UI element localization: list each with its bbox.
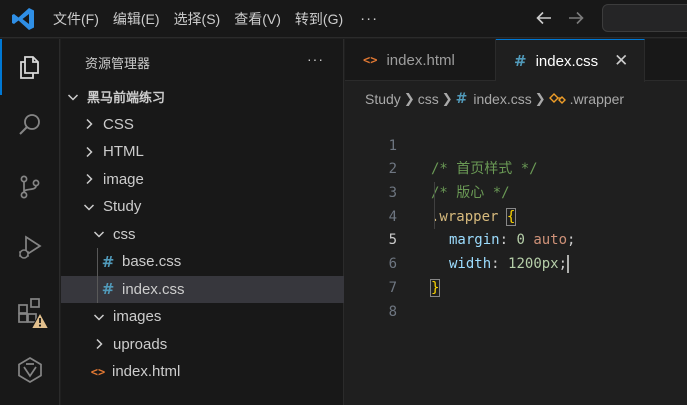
activity-source-control[interactable] [0,159,60,215]
line-number: 8 [388,303,397,320]
tree-item-label: base.css [122,253,182,271]
chevron-right-icon [81,171,97,187]
activity-remote[interactable] [0,342,60,398]
tree-item-label: HTML [103,143,144,161]
css-file-icon: # [101,252,115,271]
html-file-icon: <> [363,53,378,67]
chevron-down-icon [81,199,97,215]
breadcrumb-item[interactable]: index.css [473,91,531,107]
chevron-right-icon [81,116,97,132]
tree-item-label: index.css [122,280,185,298]
arrow-left-icon[interactable] [533,7,555,29]
tree-item-uproads-folder[interactable]: uproads [61,331,344,359]
command-center-search[interactable] [602,4,687,32]
activity-run-debug[interactable] [0,219,60,275]
vscode-logo-icon [12,8,34,30]
code-line: 8 [345,277,687,320]
chevron-right-icon: ❯ [441,91,453,106]
chevron-right-icon: ❯ [534,91,546,106]
tree-indent-guide [97,248,98,276]
tree-indent-guide [97,275,98,303]
sidebar-header: 资源管理器 ··· [61,39,344,81]
code-line: 1 /* 首页样式 */ [345,111,687,178]
chevron-right-icon [91,336,107,352]
breadcrumb-item[interactable]: css [418,91,439,107]
file-tree: 黑马前端练习 CSS HTML image Study css # base.c… [61,83,344,386]
search-icon [19,114,40,135]
tree-item-index-html[interactable]: <> index.html [61,358,344,386]
menu-more-icon[interactable]: ··· [350,6,388,32]
source-control-icon [20,175,40,199]
tree-item-html-folder[interactable]: HTML [61,138,344,166]
code-line: 6 } [345,229,687,297]
explorer-icon [20,56,39,79]
activity-search[interactable] [0,97,60,153]
editor-area: <> index.html # index.css ✕ Study ❯ css … [345,39,687,405]
activity-extensions[interactable] [0,282,60,338]
chevron-down-icon [91,226,107,242]
css-file-icon: # [455,91,468,107]
arrow-right-icon[interactable] [565,7,587,29]
css-file-icon: # [101,280,115,299]
code-editor[interactable]: 1 /* 首页样式 */ 2 /* 版心 */ 3 .wrapper { 4 m… [345,111,687,320]
tree-item-label: images [113,308,162,326]
menu-view[interactable]: 查看(V) [227,6,288,32]
tree-item-index-css[interactable]: # index.css [61,275,344,303]
symbol-class-icon [548,93,566,104]
breadcrumb: Study ❯ css ❯ # index.css ❯ .wrapper [365,89,624,109]
tree-item-label: index.html [112,363,181,381]
tab-index-html[interactable]: <> index.html [345,39,496,81]
run-debug-icon [19,235,42,259]
tab-index-css[interactable]: # index.css ✕ [496,39,645,82]
menu-edit[interactable]: 编辑(E) [106,6,167,32]
code-line: 7 [345,253,687,296]
activity-explorer[interactable] [0,39,60,95]
warning-icon [31,312,49,329]
tree-item-label: uproads [113,335,168,353]
sidebar-more-icon[interactable]: ··· [307,51,324,67]
indent-guide [434,182,435,229]
menu-selection[interactable]: 选择(S) [167,6,228,32]
breadcrumb-item[interactable]: Study [365,91,401,107]
menu-go[interactable]: 转到(G) [288,6,350,32]
code-line: 3 .wrapper { [345,158,687,226]
sidebar-title: 资源管理器 [85,56,151,71]
menu-file[interactable]: 文件(F) [46,6,106,32]
editor-tabs: <> index.html # index.css ✕ [345,39,687,82]
tree-item-image-folder[interactable]: image [61,166,344,194]
tree-item-label: CSS [103,115,134,133]
tab-label: index.html [386,51,455,69]
code-line: 2 /* 版心 */ [345,135,687,201]
title-bar: 文件(F) 编辑(E) 选择(S) 查看(V) 转到(G) ··· [0,0,687,38]
root-folder-label: 黑马前端练习 [87,90,166,106]
code-line: 4 margin: 0 auto; [345,182,687,249]
tree-item-study-folder[interactable]: Study [61,193,344,221]
tree-root-folder[interactable]: 黑马前端练习 [61,83,344,111]
chevron-right-icon: ❯ [403,91,415,106]
tree-item-label: css [113,225,136,243]
chevron-right-icon [81,144,97,160]
tree-item-images-folder[interactable]: images [61,303,344,331]
tree-item-label: image [103,170,144,188]
html-file-icon: <> [90,364,106,379]
code-line: 5 width: 1200px; [345,206,687,274]
tree-item-css-folder[interactable]: CSS [61,111,344,139]
breadcrumb-item[interactable]: .wrapper [570,91,624,107]
tree-item-base-css[interactable]: # base.css [61,248,344,276]
explorer-sidebar: 资源管理器 ··· 黑马前端练习 CSS HTML image Study cs… [61,39,344,405]
chevron-down-icon [91,309,107,325]
menu-bar: 文件(F) 编辑(E) 选择(S) 查看(V) 转到(G) ··· [46,0,388,38]
css-file-icon: # [514,52,527,70]
close-icon[interactable]: ✕ [614,51,628,71]
tree-item-label: Study [103,198,142,216]
tree-item-css-subfolder[interactable]: css [61,221,344,249]
chevron-down-icon [65,89,81,105]
activity-bar [0,39,60,405]
tab-label: index.css [535,52,599,70]
remote-icon [18,357,42,383]
